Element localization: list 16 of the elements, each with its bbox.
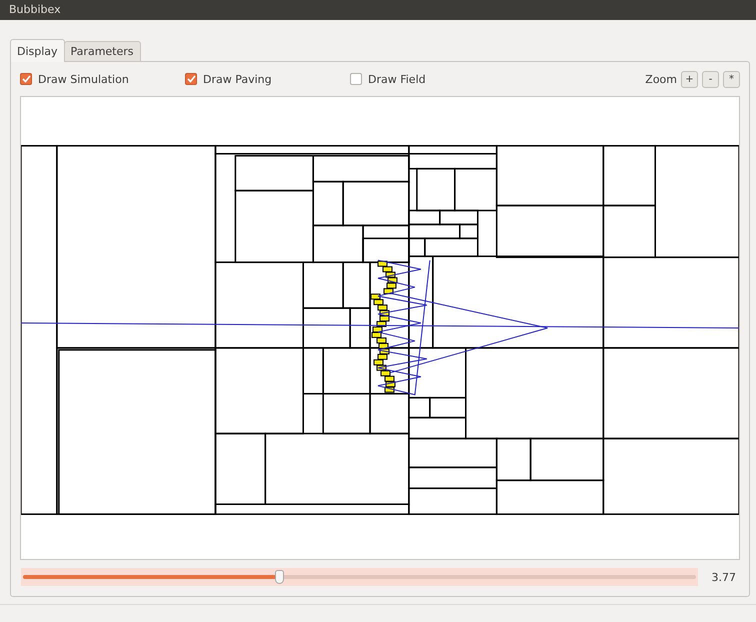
slider-thumb[interactable] — [274, 570, 284, 584]
checkbox[interactable] — [350, 73, 362, 85]
tab[interactable]: Display — [10, 39, 65, 62]
zoom-button[interactable]: + — [681, 70, 698, 88]
zoom-button[interactable]: - — [702, 70, 719, 88]
checkbox-label: Draw Simulation — [38, 72, 129, 86]
zoom-label: Zoom — [645, 72, 677, 86]
zoom-button[interactable]: * — [723, 70, 740, 88]
tab[interactable]: Parameters — [64, 41, 141, 61]
slider-value: 3.77 — [712, 570, 736, 584]
slider-track[interactable] — [21, 568, 698, 586]
window-title: Bubbibex — [0, 0, 756, 20]
checkbox[interactable] — [185, 73, 197, 85]
checkbox-label: Draw Field — [368, 72, 426, 86]
checkbox[interactable] — [20, 73, 32, 85]
checkbox-label: Draw Paving — [203, 72, 272, 86]
